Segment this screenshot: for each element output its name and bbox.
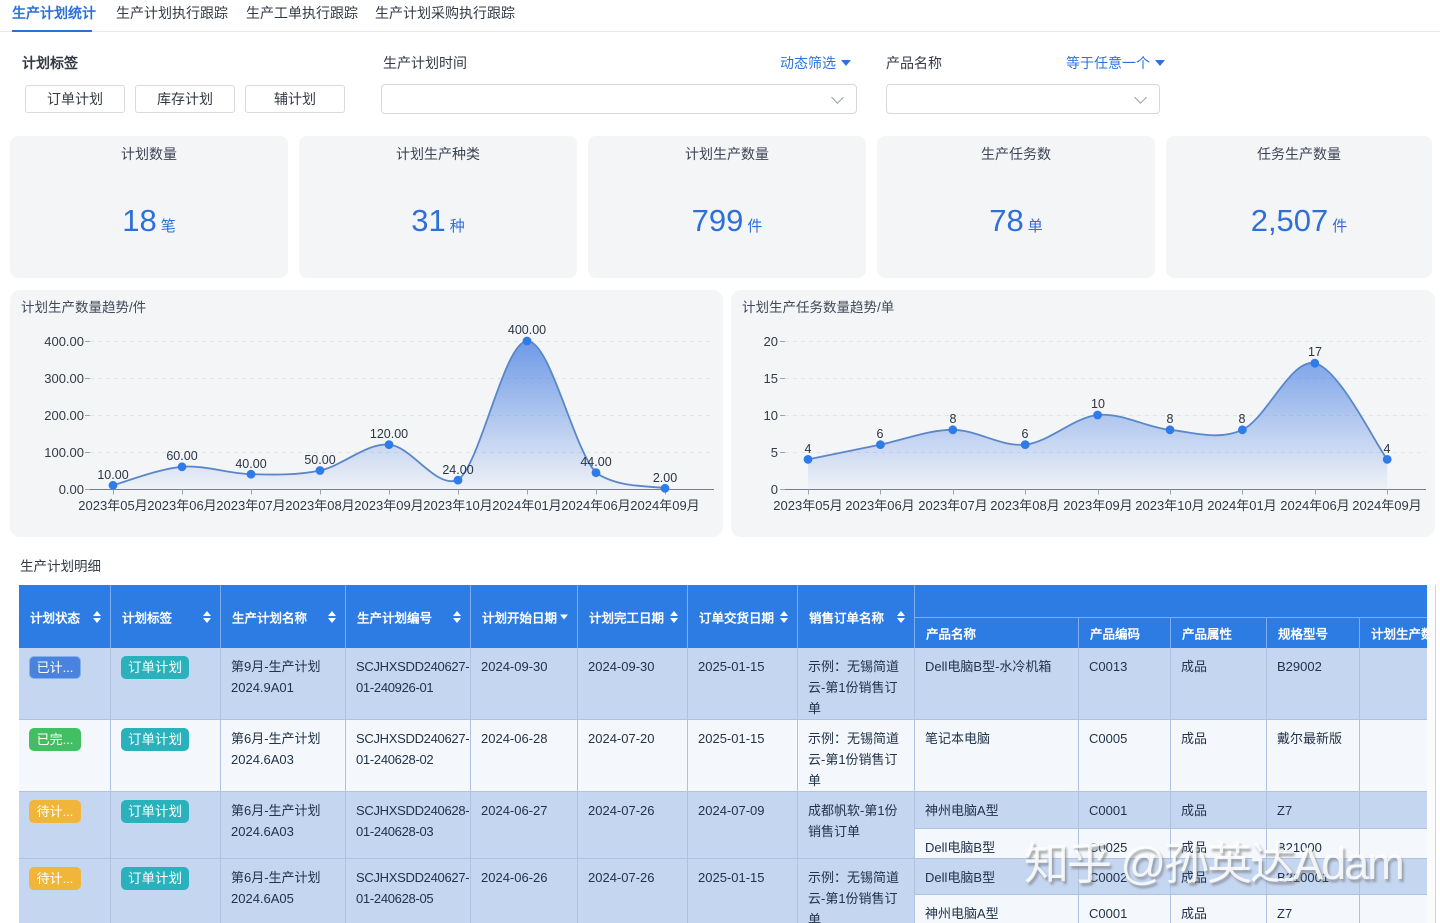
svg-text:17: 17: [1308, 345, 1322, 359]
svg-text:2023年06月: 2023年06月: [147, 498, 216, 513]
svg-text:8: 8: [1167, 412, 1174, 426]
svg-text:2024年01月: 2024年01月: [492, 498, 561, 513]
svg-text:4: 4: [1384, 442, 1391, 456]
svg-text:5: 5: [771, 445, 778, 460]
svg-text:0.00: 0.00: [59, 482, 84, 497]
svg-text:8: 8: [950, 412, 957, 426]
svg-text:2024年06月: 2024年06月: [561, 498, 630, 513]
svg-text:100.00: 100.00: [44, 445, 84, 460]
svg-text:计划生产任务数量趋势/单: 计划生产任务数量趋势/单: [742, 300, 894, 315]
svg-text:2023年07月: 2023年07月: [918, 498, 987, 513]
svg-text:300.00: 300.00: [44, 371, 84, 386]
svg-text:400.00: 400.00: [44, 334, 84, 349]
svg-text:2024年09月: 2024年09月: [630, 498, 699, 513]
svg-text:6: 6: [1022, 427, 1029, 441]
svg-text:8: 8: [1239, 412, 1246, 426]
svg-text:10: 10: [764, 408, 778, 423]
svg-text:60.00: 60.00: [166, 449, 197, 463]
svg-text:6: 6: [877, 427, 884, 441]
svg-text:计划生产数量趋势/件: 计划生产数量趋势/件: [21, 300, 146, 315]
svg-text:400.00: 400.00: [508, 323, 546, 337]
svg-text:2023年05月: 2023年05月: [773, 498, 842, 513]
svg-text:44.00: 44.00: [580, 455, 611, 469]
svg-text:2023年05月: 2023年05月: [78, 498, 147, 513]
svg-text:2023年06月: 2023年06月: [845, 498, 914, 513]
svg-text:2023年10月: 2023年10月: [1135, 498, 1204, 513]
svg-text:2023年08月: 2023年08月: [990, 498, 1059, 513]
svg-text:15: 15: [764, 371, 778, 386]
svg-text:10: 10: [1091, 397, 1105, 411]
svg-text:2023年08月: 2023年08月: [285, 498, 354, 513]
svg-text:2024年01月: 2024年01月: [1207, 498, 1276, 513]
svg-text:4: 4: [805, 442, 812, 456]
svg-text:50.00: 50.00: [304, 453, 335, 467]
svg-text:2023年09月: 2023年09月: [1063, 498, 1132, 513]
svg-text:120.00: 120.00: [370, 427, 408, 441]
svg-text:2024年06月: 2024年06月: [1280, 498, 1349, 513]
svg-text:10.00: 10.00: [97, 468, 128, 482]
svg-text:2.00: 2.00: [653, 471, 677, 485]
svg-text:0: 0: [771, 482, 778, 497]
svg-text:2023年10月: 2023年10月: [423, 498, 492, 513]
svg-text:2023年07月: 2023年07月: [216, 498, 285, 513]
svg-text:200.00: 200.00: [44, 408, 84, 423]
svg-text:40.00: 40.00: [235, 457, 266, 471]
svg-text:2023年09月: 2023年09月: [354, 498, 423, 513]
svg-text:2024年09月: 2024年09月: [1352, 498, 1421, 513]
svg-text:20: 20: [764, 334, 778, 349]
svg-text:24.00: 24.00: [442, 463, 473, 477]
